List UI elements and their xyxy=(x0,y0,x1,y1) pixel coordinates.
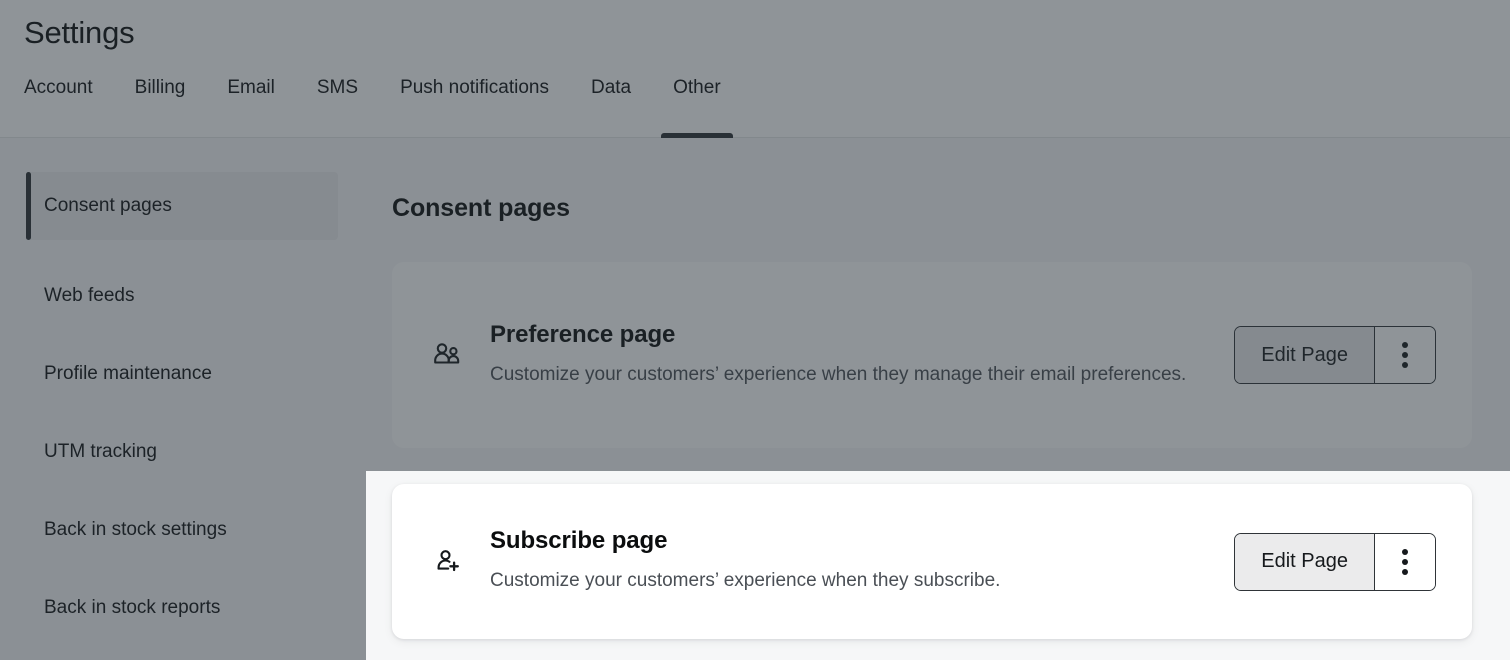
more-options-button[interactable] xyxy=(1375,327,1435,383)
user-plus-icon xyxy=(430,545,464,579)
sidebar-item-back-in-stock-reports[interactable]: Back in stock reports xyxy=(26,586,338,630)
tab-sms[interactable]: SMS xyxy=(317,76,358,138)
vertical-dots-icon xyxy=(1402,548,1408,575)
sidebar-item-label: Web feeds xyxy=(44,285,135,306)
tab-other[interactable]: Other xyxy=(661,76,733,138)
page-header: Settings Account Billing Email SMS Push … xyxy=(0,0,1510,138)
sidebar-item-back-in-stock-settings[interactable]: Back in stock settings xyxy=(26,508,338,552)
page-body: Consent pages Web feeds Profile maintena… xyxy=(0,139,1510,660)
tab-push-notifications[interactable]: Push notifications xyxy=(400,76,549,138)
card-description: Customize your customers’ experience whe… xyxy=(490,363,1187,385)
settings-content: Consent pages Preference page Customize … xyxy=(366,139,1510,660)
tab-billing[interactable]: Billing xyxy=(135,76,186,138)
edit-page-button[interactable]: Edit Page xyxy=(1235,327,1375,383)
page-title: Settings xyxy=(24,15,135,50)
card-title: Preference page xyxy=(490,320,676,348)
edit-page-split-button: Edit Page xyxy=(1234,326,1436,384)
sidebar-item-label: Back in stock reports xyxy=(44,597,221,618)
card-description: Customize your customers’ experience whe… xyxy=(490,570,1001,591)
sidebar-item-label: Back in stock settings xyxy=(44,519,227,540)
sidebar-item-label: Consent pages xyxy=(44,195,172,216)
sidebar-item-utm-tracking[interactable]: UTM tracking xyxy=(26,430,338,474)
vertical-dots-icon xyxy=(1402,342,1408,368)
card-text: Subscribe page Customize your customers’… xyxy=(490,525,1234,598)
subscribe-page-card: Subscribe page Customize your customers’… xyxy=(392,484,1472,639)
sidebar-item-label: UTM tracking xyxy=(44,441,157,462)
sidebar-item-profile-maintenance[interactable]: Profile maintenance xyxy=(26,352,338,396)
tab-email[interactable]: Email xyxy=(227,76,275,138)
sidebar-item-web-feeds[interactable]: Web feeds xyxy=(26,274,338,318)
settings-sidebar: Consent pages Web feeds Profile maintena… xyxy=(0,139,366,660)
sidebar-item-label: Profile maintenance xyxy=(44,363,212,384)
settings-tabs: Account Billing Email SMS Push notificat… xyxy=(24,76,733,138)
edit-page-split-button: Edit Page xyxy=(1234,532,1436,591)
card-title: Subscribe page xyxy=(490,527,668,554)
section-title: Consent pages xyxy=(392,194,570,222)
users-icon xyxy=(430,338,464,372)
tab-account[interactable]: Account xyxy=(24,76,93,138)
sidebar-item-consent-pages[interactable]: Consent pages xyxy=(26,172,338,240)
tab-data[interactable]: Data xyxy=(591,76,631,138)
more-options-button[interactable] xyxy=(1375,533,1435,590)
card-text: Preference page Customize your customers… xyxy=(490,319,1234,392)
preference-page-card: Preference page Customize your customers… xyxy=(392,262,1472,448)
edit-page-button[interactable]: Edit Page xyxy=(1235,533,1375,590)
settings-page: Settings Account Billing Email SMS Push … xyxy=(0,0,1510,660)
